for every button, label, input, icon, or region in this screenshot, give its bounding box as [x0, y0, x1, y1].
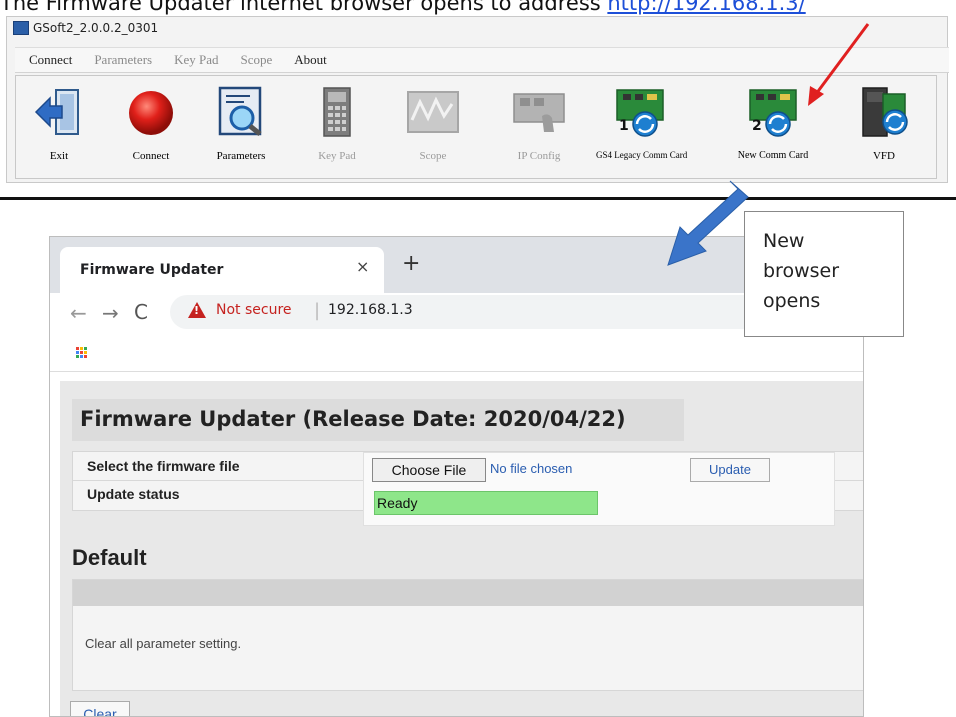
keypad-icon — [310, 86, 364, 138]
exit-label: Exit — [49, 150, 69, 162]
default-section-box: Clear all parameter setting. — [72, 579, 863, 691]
connect-button[interactable]: Connect — [112, 86, 190, 162]
no-file-text: No file chosen — [490, 461, 573, 476]
firmware-controls: Choose File No file chosen Update Ready — [363, 452, 835, 526]
browser-window: Firmware Updater × + ← → C ! Not secure … — [49, 236, 864, 717]
ip-config-icon — [512, 86, 566, 138]
menu-about[interactable]: About — [294, 52, 327, 68]
connect-label: Connect — [132, 150, 170, 162]
card-badge-2: 2 — [752, 118, 762, 134]
update-status-label: Update status — [87, 486, 180, 502]
red-ball-icon — [124, 86, 178, 138]
update-button[interactable]: Update — [690, 458, 770, 482]
not-secure-label[interactable]: Not secure — [216, 302, 292, 318]
scope-button[interactable]: Scope — [394, 86, 472, 162]
firmware-table: Select the firmware file Update status C… — [72, 451, 863, 526]
vfd-label: VFD — [872, 150, 895, 162]
caption-lead: The Firmware Updater internet browser op… — [0, 0, 608, 15]
menu-connect[interactable]: Connect — [29, 52, 72, 68]
choose-file-button[interactable]: Choose File — [372, 458, 486, 482]
parameters-button[interactable]: Parameters — [202, 86, 280, 162]
gs4-legacy-comm-card-label: GS4 Legacy Comm Card — [596, 150, 688, 160]
exit-door-icon — [32, 86, 86, 138]
warning-icon: ! — [188, 302, 206, 318]
callout-line-1: New — [763, 230, 805, 252]
tab-firmware-updater[interactable]: Firmware Updater × — [60, 247, 384, 293]
parameters-label: Parameters — [216, 150, 266, 162]
window-title: GSoft2_2.0.0.2_0301 — [13, 21, 158, 35]
caption-link[interactable]: http://192.168.1.3/ — [607, 0, 805, 15]
new-comm-card-label: New Comm Card — [737, 150, 809, 161]
default-section-title: Default — [72, 545, 147, 570]
tab-title: Firmware Updater — [80, 262, 224, 278]
apps-grid-icon[interactable] — [76, 347, 88, 359]
menu-parameters[interactable]: Parameters — [94, 52, 152, 68]
address-url[interactable]: 192.168.1.3 — [328, 302, 413, 318]
firmware-title-box: Firmware Updater (Release Date: 2020/04/… — [72, 399, 684, 441]
gs4-legacy-comm-card-button[interactable]: 1 GS4 Legacy Comm Card — [596, 86, 688, 160]
reload-icon[interactable]: C — [134, 300, 148, 324]
address-row: ← → C ! Not secure | 192.168.1.3 — [50, 293, 863, 333]
forward-icon[interactable]: → — [102, 301, 119, 325]
callout-line-3: opens — [763, 290, 821, 312]
window-title-text: GSoft2_2.0.0.2_0301 — [33, 21, 159, 35]
red-arrow-icon — [808, 23, 870, 106]
select-file-label: Select the firmware file — [87, 458, 240, 474]
address-separator: | — [314, 300, 321, 321]
section-divider — [0, 197, 956, 200]
page-content: Firmware Updater (Release Date: 2020/04/… — [60, 381, 863, 716]
menu-scope[interactable]: Scope — [241, 52, 273, 68]
callout-line-2: browser — [763, 260, 840, 282]
exit-button[interactable]: Exit — [20, 86, 98, 162]
card-badge-1: 1 — [619, 118, 629, 134]
ip-config-label: IP Config — [517, 150, 561, 162]
key-pad-button[interactable]: Key Pad — [298, 86, 376, 162]
comm-card-2-icon: 2 — [746, 86, 800, 138]
caption-text: The Firmware Updater internet browser op… — [0, 0, 806, 15]
new-tab-icon[interactable]: + — [402, 251, 420, 276]
scope-label: Scope — [419, 150, 447, 162]
menu-key-pad[interactable]: Key Pad — [174, 52, 218, 68]
default-section-header — [73, 580, 863, 606]
bookmarks-bar — [50, 333, 863, 372]
tab-close-icon[interactable]: × — [356, 257, 369, 276]
callout-box: New browser opens — [744, 211, 904, 337]
scope-icon — [406, 86, 460, 138]
key-pad-label: Key Pad — [318, 150, 356, 162]
parameters-magnifier-icon — [214, 86, 268, 138]
app-icon — [13, 21, 29, 35]
page-title: Firmware Updater (Release Date: 2020/04/… — [80, 407, 626, 431]
ip-config-button[interactable]: IP Config — [500, 86, 578, 162]
comm-card-1-icon: 1 — [613, 86, 667, 138]
back-icon[interactable]: ← — [70, 301, 87, 325]
clear-description: Clear all parameter setting. — [85, 636, 242, 651]
status-indicator: Ready — [374, 491, 598, 515]
